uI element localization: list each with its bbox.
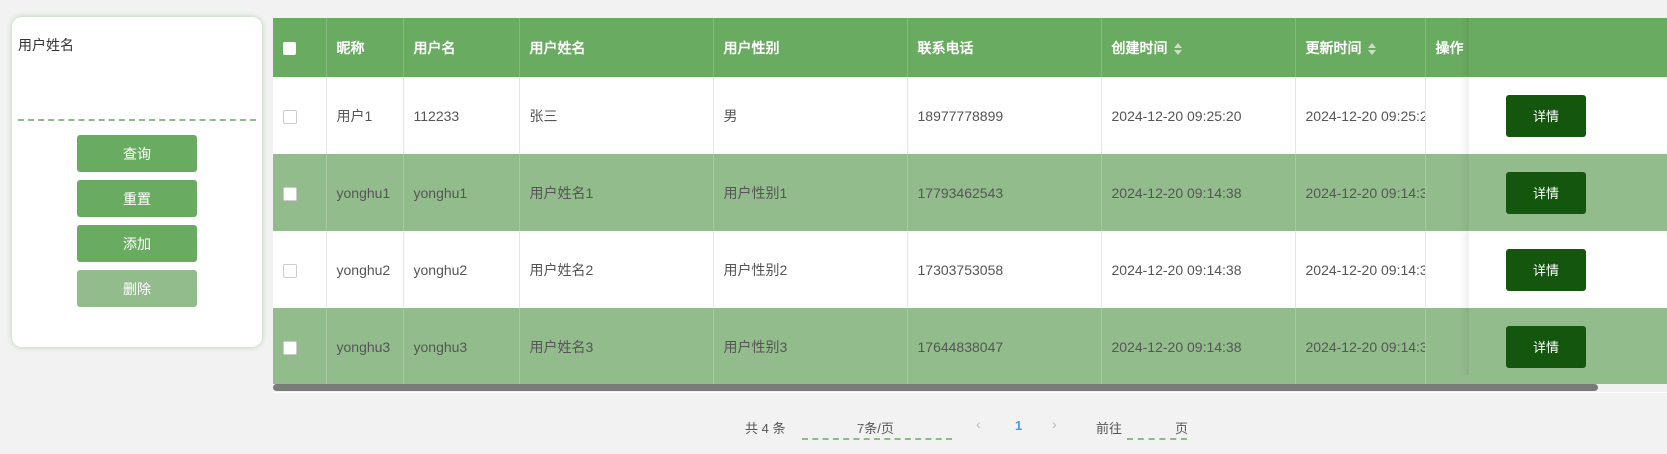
row-checkbox-cell[interactable] [273,308,327,385]
prev-page-icon[interactable]: ‹ [976,416,981,432]
pagination: 共 4 条 7条/页 ⌄ ‹ 1 › 前往 页 [0,410,1667,440]
cell-gender: 用户性别3 [713,308,908,385]
total-count: 共 4 条 [745,421,786,436]
cell-gender: 用户性别2 [713,231,908,308]
cell-real-name: 张三 [519,77,714,154]
table-row: 用户1 112233 张三 男 18977778899 2024-12-20 0… [273,77,1667,154]
table-header-row: 昵称 用户名 用户姓名 用户性别 联系电话 创建时间 更新时间 操作 [273,18,1667,77]
row-checkbox-cell[interactable] [273,231,327,308]
cell-real-name: 用户姓名2 [519,231,714,308]
query-button[interactable]: 查询 [77,135,197,172]
cell-actions: 详情 [1425,231,1667,308]
cell-real-name: 用户姓名1 [519,154,714,231]
cell-gender: 用户性别1 [713,154,908,231]
select-all-cell[interactable] [273,18,327,77]
next-page-icon[interactable]: › [1052,416,1057,432]
cell-nickname: yonghu1 [326,154,404,231]
cell-phone: 18977778899 [907,77,1102,154]
cell-created-time: 2024-12-20 09:14:38 [1101,154,1296,231]
cell-phone: 17303753058 [907,231,1102,308]
cell-username: yonghu3 [403,308,520,385]
header-created-time[interactable]: 创建时间 [1101,18,1296,77]
row-checkbox[interactable] [283,109,297,124]
goto-page-input[interactable]: 页 [1127,410,1189,440]
row-checkbox[interactable] [283,263,297,278]
search-panel: 用户姓名 查询 重置 添加 删除 [12,17,262,347]
cell-nickname: 用户1 [326,77,404,154]
cell-real-name: 用户姓名3 [519,308,714,385]
cell-created-time: 2024-12-20 09:14:38 [1101,308,1296,385]
cell-username: yonghu1 [403,154,520,231]
horizontal-scrollbar[interactable] [273,384,1667,392]
select-all-checkbox[interactable] [283,42,296,56]
cell-phone: 17644838047 [907,308,1102,385]
cell-updated-time: 2024-12-20 09:14:38 [1295,154,1426,231]
sort-icon[interactable] [1173,42,1182,55]
header-created-time-label: 创建时间 [1111,39,1168,56]
row-checkbox[interactable] [283,340,297,355]
cell-username: 112233 [403,77,520,154]
cell-updated-time: 2024-12-20 09:25:20 [1295,77,1426,154]
row-checkbox-cell[interactable] [273,77,327,154]
row-checkbox-cell[interactable] [273,154,327,231]
header-gender: 用户性别 [713,18,908,77]
table-row: yonghu3 yonghu3 用户姓名3 用户性别3 17644838047 … [273,308,1667,385]
header-real-name: 用户姓名 [519,18,714,77]
cell-phone: 17793462543 [907,154,1102,231]
cell-actions: 详情 [1425,77,1667,154]
delete-button[interactable]: 删除 [77,270,197,307]
cell-nickname: yonghu3 [326,308,404,385]
table-row: yonghu1 yonghu1 用户姓名1 用户性别1 17793462543 … [273,154,1667,231]
cell-nickname: yonghu2 [326,231,404,308]
header-actions: 操作 [1425,18,1667,77]
header-nickname: 昵称 [326,18,404,77]
cell-updated-time: 2024-12-20 09:14:38 [1295,231,1426,308]
goto-suffix-label: 页 [1175,421,1189,436]
cell-actions: 详情 [1425,308,1667,385]
goto-label: 前往 [1096,421,1123,436]
cell-actions: 详情 [1425,154,1667,231]
header-updated-time[interactable]: 更新时间 [1295,18,1426,77]
table-row: yonghu2 yonghu2 用户姓名2 用户性别2 17303753058 … [273,231,1667,308]
reset-button[interactable]: 重置 [77,180,197,217]
add-button[interactable]: 添加 [77,225,197,262]
cell-gender: 男 [713,77,908,154]
cell-created-time: 2024-12-20 09:25:20 [1101,77,1296,154]
cell-updated-time: 2024-12-20 09:14:38 [1295,308,1426,385]
cell-created-time: 2024-12-20 09:14:38 [1101,231,1296,308]
current-page-number[interactable]: 1 [1015,418,1022,433]
detail-button[interactable]: 详情 [1506,94,1586,137]
detail-button[interactable]: 详情 [1506,325,1586,368]
row-checkbox[interactable] [283,186,297,201]
user-name-label: 用户姓名 [18,37,74,53]
cell-username: yonghu2 [403,231,520,308]
data-table: 昵称 用户名 用户姓名 用户性别 联系电话 创建时间 更新时间 操作 用户1 1… [273,18,1667,393]
header-updated-time-label: 更新时间 [1305,39,1362,56]
chevron-down-icon: ⌄ [857,416,868,430]
scrollbar-thumb[interactable] [273,384,1598,391]
page-size-select[interactable]: 7条/页 ⌄ [802,410,952,440]
sort-icon[interactable] [1367,42,1376,55]
detail-button[interactable]: 详情 [1506,248,1586,291]
header-username: 用户名 [403,18,520,77]
header-phone: 联系电话 [907,18,1102,77]
detail-button[interactable]: 详情 [1506,171,1586,214]
user-name-input[interactable] [18,77,256,121]
